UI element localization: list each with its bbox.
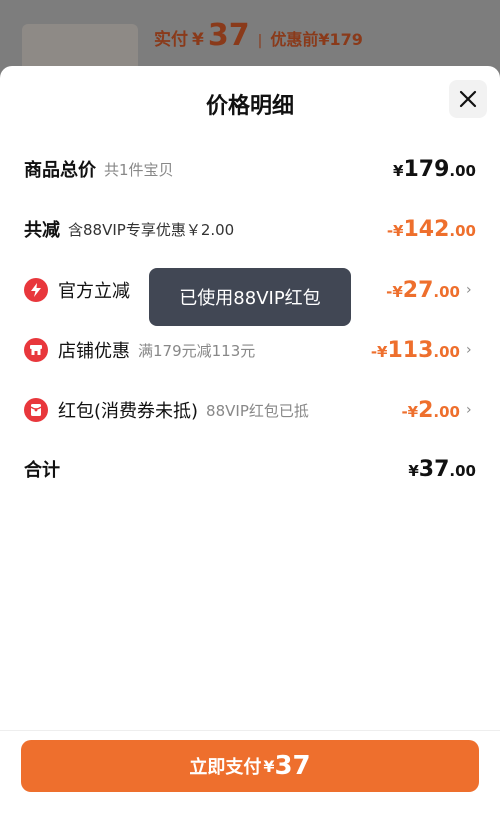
amount-integer: 37 (418, 456, 450, 482)
row-total-reduction: 共减 含88VIP专享优惠￥2.00 - ¥ 142 .00 (24, 211, 476, 247)
pay-now-button[interactable]: 立即支付 ¥ 37 (21, 740, 479, 792)
row-label: 官方立减 (58, 281, 130, 302)
row-amount: - ¥ 142 .00 (387, 217, 476, 242)
price-detail-sheet: 价格明细 商品总价 共1件宝贝 ¥ 179 .00 共减 含88VIP专享优惠￥… (0, 66, 500, 813)
paid-summary: 实付 ¥ 37 | 优惠前¥179 (154, 18, 363, 53)
amount-decimal: .00 (433, 402, 460, 421)
amount-integer: 2 (418, 397, 434, 423)
amount-currency: ¥ (393, 161, 404, 180)
amount-currency: ¥ (393, 221, 404, 240)
row-amount: - ¥ 113 .00 (371, 338, 460, 363)
amount-currency: ¥ (377, 342, 388, 361)
row-amount: ¥ 37 .00 (408, 457, 476, 482)
row-label: 商品总价 (24, 160, 96, 181)
row-label: 合计 (24, 460, 60, 481)
amount-decimal: .00 (449, 161, 476, 180)
paid-separator: | (257, 33, 263, 49)
amount-integer: 113 (387, 337, 434, 363)
amount-currency: ¥ (407, 402, 419, 421)
sheet-title: 价格明细 (205, 94, 294, 119)
chevron-right-icon: › (466, 402, 472, 418)
paid-amount: 37 (207, 18, 250, 53)
row-sub: 共1件宝贝 (104, 160, 174, 179)
row-label: 红包(消费券未抵) (58, 401, 199, 422)
row-label: 共减 (24, 220, 60, 241)
red-packet-icon (24, 398, 48, 422)
row-total-price: 商品总价 共1件宝贝 ¥ 179 .00 (24, 151, 476, 187)
footer-divider (0, 730, 500, 731)
amount-decimal: .00 (449, 221, 476, 240)
close-button[interactable] (449, 80, 487, 118)
product-thumbnail (22, 24, 138, 72)
paid-label: 实付 (154, 30, 188, 50)
amount-decimal: .00 (433, 282, 460, 301)
amount-integer: 27 (402, 277, 434, 303)
amount-integer: 179 (403, 156, 450, 182)
store-icon (24, 338, 48, 362)
close-icon (459, 90, 477, 108)
chevron-right-icon: › (466, 342, 472, 358)
row-amount: - ¥ 2 .00 (401, 398, 460, 423)
row-store-discount[interactable]: 店铺优惠 满179元减113元 - ¥ 113 .00 › (24, 332, 476, 368)
row-sub: 满179元减113元 (138, 341, 256, 360)
lightning-icon (24, 278, 48, 302)
row-amount: ¥ 179 .00 (393, 157, 476, 182)
amount-currency: ¥ (408, 461, 419, 480)
amount-integer: 142 (403, 216, 450, 242)
row-sub: 含88VIP专享优惠￥2.00 (68, 220, 235, 239)
row-label: 店铺优惠 (58, 341, 130, 362)
pay-button-currency: ¥ (263, 756, 275, 776)
amount-decimal: .00 (449, 461, 476, 480)
row-sub: 88VIP红包已抵 (206, 401, 309, 420)
row-amount: - ¥ 27 .00 (386, 278, 460, 303)
price-before-discount: 优惠前¥179 (270, 30, 363, 49)
row-sum: 合计 ¥ 37 .00 (24, 451, 476, 487)
pay-button-label: 立即支付 (189, 757, 262, 778)
amount-currency: ¥ (392, 282, 403, 301)
amount-decimal: .00 (433, 342, 460, 361)
paid-currency: ¥ (192, 30, 204, 50)
pay-button-amount: 37 (274, 751, 311, 781)
row-red-packet[interactable]: 红包(消费券未抵) 88VIP红包已抵 - ¥ 2 .00 › (24, 392, 476, 428)
chevron-right-icon: › (466, 282, 472, 298)
vip-tooltip: 已使用88VIP红包 (149, 268, 351, 326)
